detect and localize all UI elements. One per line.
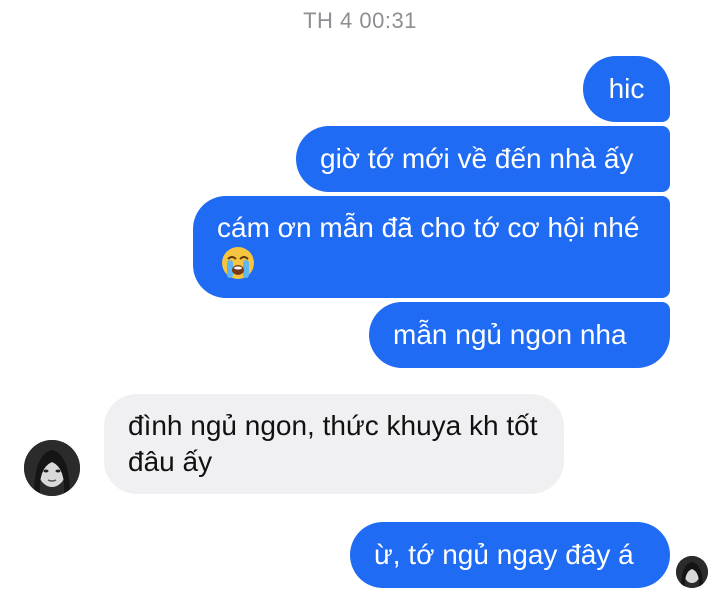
message-text: đình ngủ ngon, thức khuya kh tốt đâu ấy — [128, 410, 538, 477]
message-text: hic — [608, 73, 645, 104]
message-text: ừ, tớ ngủ ngay đây á — [374, 539, 634, 570]
outgoing-message-bubble[interactable]: giờ tớ mới về đến nhà ấy — [296, 126, 670, 192]
message-text: giờ tớ mới về đến nhà ấy — [320, 143, 634, 174]
outgoing-message-bubble[interactable]: cám ơn mẫn đã cho tớ cơ hội nhé — [193, 196, 670, 298]
outgoing-message-bubble[interactable]: hic — [583, 56, 670, 122]
incoming-message-bubble[interactable]: đình ngủ ngon, thức khuya kh tốt đâu ấy — [104, 394, 564, 494]
message-text: mẫn ngủ ngon nha — [393, 319, 627, 350]
message-text: cám ơn mẫn đã cho tớ cơ hội nhé — [217, 212, 640, 243]
contact-avatar[interactable] — [24, 440, 80, 496]
outgoing-message-bubble[interactable]: mẫn ngủ ngon nha — [369, 302, 670, 368]
read-receipt-photo-icon — [676, 556, 708, 588]
contact-photo-icon — [24, 440, 80, 496]
conversation-timestamp: TH 4 00:31 — [303, 8, 417, 33]
read-receipt-avatar — [676, 556, 708, 588]
outgoing-message-bubble[interactable]: ừ, tớ ngủ ngay đây á — [350, 522, 670, 588]
loudly-crying-face-icon — [222, 247, 254, 279]
